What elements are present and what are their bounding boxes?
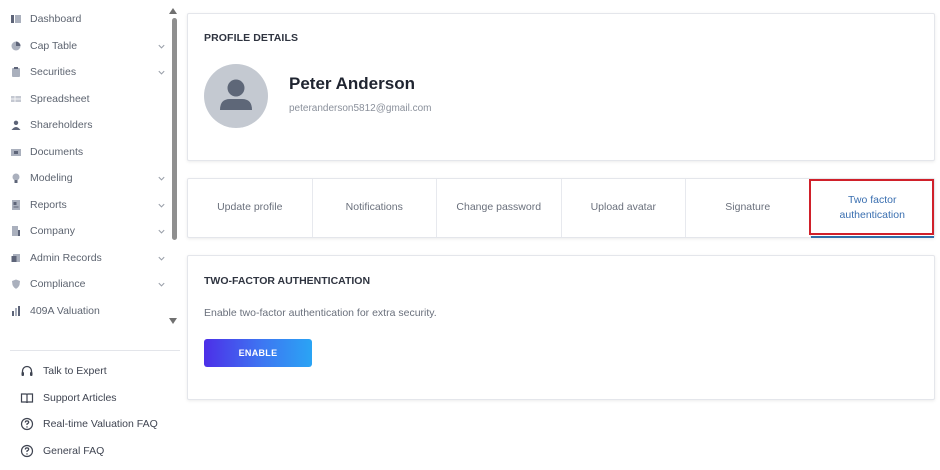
two-factor-card: TWO-FACTOR AUTHENTICATION Enable two-fac… <box>187 255 935 400</box>
profile-section-title: PROFILE DETAILS <box>204 32 299 44</box>
book-icon <box>20 391 34 405</box>
user-email: peteranderson5812@gmail.com <box>289 103 432 114</box>
sidebar-nav: Dashboard Cap Table Securities Spreadshe… <box>0 6 172 324</box>
sidebar-item-label: Dashboard <box>30 13 82 26</box>
tab-upload-avatar[interactable]: Upload avatar <box>562 179 686 237</box>
chevron-down-icon[interactable] <box>157 254 166 263</box>
realtime-valuation-faq-link[interactable]: Real-time Valuation FAQ <box>20 411 180 438</box>
scrollbar-thumb[interactable] <box>172 18 177 240</box>
tab-update-profile[interactable]: Update profile <box>188 179 313 237</box>
two-factor-description: Enable two-factor authentication for ext… <box>204 307 437 319</box>
chevron-down-icon[interactable] <box>157 42 166 51</box>
lightbulb-icon <box>11 173 21 184</box>
shield-icon <box>11 279 21 290</box>
tab-notifications[interactable]: Notifications <box>313 179 437 237</box>
spreadsheet-icon <box>11 94 21 104</box>
tab-two-factor-authentication[interactable]: Two factor authentication <box>810 179 935 238</box>
question-circle-icon <box>20 444 34 458</box>
chevron-down-icon[interactable] <box>157 280 166 289</box>
scroll-up-arrow-icon[interactable] <box>169 8 177 14</box>
headset-icon <box>20 364 34 378</box>
support-articles-link[interactable]: Support Articles <box>20 385 180 412</box>
sidebar-item-label: Documents <box>30 145 84 158</box>
user-name: Peter Anderson <box>289 74 415 93</box>
sidebar-item-label: Spreadsheet <box>30 92 90 105</box>
chevron-down-icon[interactable] <box>157 68 166 77</box>
sidebar-item-label: Reports <box>30 198 67 211</box>
chevron-down-icon[interactable] <box>157 227 166 236</box>
sidebar-item-spreadsheet[interactable]: Spreadsheet <box>0 86 172 113</box>
sidebar-item-company[interactable]: Company <box>0 218 172 245</box>
tab-signature[interactable]: Signature <box>686 179 811 237</box>
sidebar-item-reports[interactable]: Reports <box>0 192 172 219</box>
clipboard-icon <box>11 67 21 78</box>
sidebar-item-shareholders[interactable]: Shareholders <box>0 112 172 139</box>
sidebar-item-admin-records[interactable]: Admin Records <box>0 245 172 272</box>
sidebar-item-409a-valuation[interactable]: 409A Valuation <box>0 298 172 325</box>
scroll-down-arrow-icon[interactable] <box>169 318 177 324</box>
dashboard-icon <box>11 14 21 24</box>
sidebar-item-label: Compliance <box>30 278 86 291</box>
pie-chart-icon <box>11 41 21 51</box>
talk-to-expert-link[interactable]: Talk to Expert <box>20 358 180 385</box>
help-links: Talk to Expert Support Articles Real-tim… <box>20 358 180 464</box>
sidebar-item-label: 409A Valuation <box>30 304 100 317</box>
records-icon <box>11 253 21 263</box>
profile-details-card: PROFILE DETAILS Peter Anderson peterande… <box>187 13 935 161</box>
valuation-icon <box>11 305 21 316</box>
person-icon <box>11 120 21 131</box>
sidebar-item-compliance[interactable]: Compliance <box>0 271 172 298</box>
help-item-label: Support Articles <box>43 391 117 404</box>
chevron-down-icon[interactable] <box>157 174 166 183</box>
question-circle-icon <box>20 417 34 431</box>
sidebar: Dashboard Cap Table Securities Spreadshe… <box>0 0 180 470</box>
avatar <box>204 64 268 128</box>
report-icon <box>11 199 21 210</box>
folder-icon <box>11 147 21 157</box>
sidebar-item-label: Company <box>30 225 75 238</box>
sidebar-item-dashboard[interactable]: Dashboard <box>0 6 172 33</box>
chevron-down-icon[interactable] <box>157 201 166 210</box>
sidebar-item-label: Modeling <box>30 172 73 185</box>
user-avatar-icon <box>220 79 252 110</box>
help-item-label: Talk to Expert <box>43 365 107 378</box>
general-faq-link[interactable]: General FAQ <box>20 438 180 465</box>
tab-change-password[interactable]: Change password <box>437 179 562 237</box>
sidebar-item-documents[interactable]: Documents <box>0 139 172 166</box>
help-item-label: General FAQ <box>43 444 105 457</box>
profile-tabs: Update profile Notifications Change pass… <box>187 178 935 238</box>
sidebar-item-label: Securities <box>30 66 77 79</box>
enable-button[interactable]: ENABLE <box>204 339 312 367</box>
sidebar-item-cap-table[interactable]: Cap Table <box>0 33 172 60</box>
sidebar-item-securities[interactable]: Securities <box>0 59 172 86</box>
sidebar-item-label: Cap Table <box>30 39 78 52</box>
tab-two-factor-label: Two factor authentication <box>839 193 905 221</box>
sidebar-divider <box>10 350 180 351</box>
sidebar-item-label: Admin Records <box>30 251 102 264</box>
help-item-label: Real-time Valuation FAQ <box>43 418 158 431</box>
building-icon <box>11 226 21 237</box>
two-factor-title: TWO-FACTOR AUTHENTICATION <box>204 275 371 287</box>
sidebar-item-label: Shareholders <box>30 119 93 132</box>
sidebar-item-modeling[interactable]: Modeling <box>0 165 172 192</box>
